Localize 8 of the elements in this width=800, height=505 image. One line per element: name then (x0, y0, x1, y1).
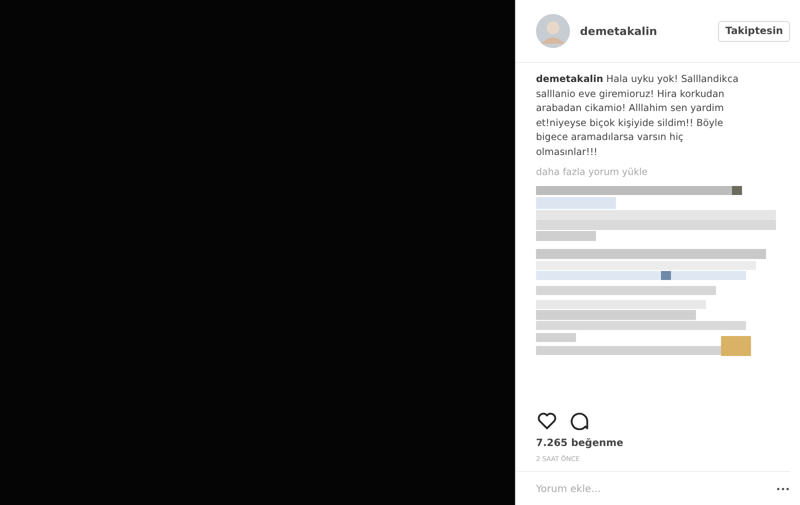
comment-icon[interactable] (568, 410, 590, 432)
caption: demetakalin Hala uyku yok! Salllandikca salllanio eve giremioruz! Hira korkudan arabadan cikamio! Alllahim sen yardim et!niyeyse biçok kişiyide sildim!! Böyle bigece aramadılarsa varsın hiç olmasınlar!!! (536, 73, 740, 160)
like-count: 7.265 beğenme (535, 437, 624, 451)
following-button[interactable]: Takiptesin (718, 20, 790, 42)
username[interactable]: demetakalin (580, 24, 708, 38)
comment-input-field[interactable]: Yorum ekle... (536, 482, 776, 497)
heart-icon[interactable] (536, 410, 558, 432)
more-options-button[interactable]: ••• (776, 485, 790, 494)
